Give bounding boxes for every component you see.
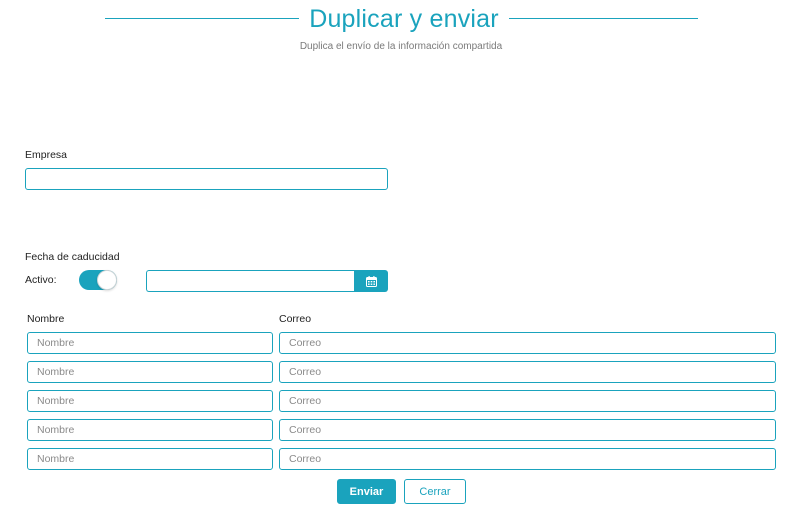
email-column-header: Correo [279, 313, 312, 325]
expiry-date-input[interactable] [146, 270, 356, 292]
active-toggle[interactable] [79, 270, 117, 290]
send-button[interactable]: Enviar [337, 479, 396, 504]
calendar-icon [365, 275, 377, 287]
recipient-name-input[interactable] [27, 332, 273, 354]
page-subtitle: Duplica el envío de la información compa… [299, 41, 503, 52]
duplicate-send-dialog: Duplicar y enviar Duplica el envío de la… [0, 0, 802, 525]
recipient-name-input[interactable] [27, 448, 273, 470]
title-divider-left [105, 18, 299, 19]
recipient-email-input[interactable] [279, 332, 776, 354]
title-divider-right [509, 18, 698, 19]
empresa-label: Empresa [25, 149, 68, 161]
page-title: Duplicar y enviar [309, 5, 499, 33]
recipient-name-input[interactable] [27, 419, 273, 441]
date-picker-button[interactable] [354, 270, 388, 292]
title-row: Duplicar y enviar [0, 2, 802, 36]
expiry-label: Fecha de caducidad [25, 251, 120, 263]
close-button[interactable]: Cerrar [404, 479, 466, 504]
recipient-email-input[interactable] [279, 361, 776, 383]
name-column-header: Nombre [27, 313, 65, 325]
empresa-input[interactable] [25, 168, 388, 190]
recipient-email-input[interactable] [279, 419, 776, 441]
recipient-email-input[interactable] [279, 390, 776, 412]
toggle-knob [97, 270, 117, 290]
recipient-name-input[interactable] [27, 390, 273, 412]
recipient-email-input[interactable] [279, 448, 776, 470]
active-label: Activo: [25, 274, 57, 286]
recipient-name-input[interactable] [27, 361, 273, 383]
